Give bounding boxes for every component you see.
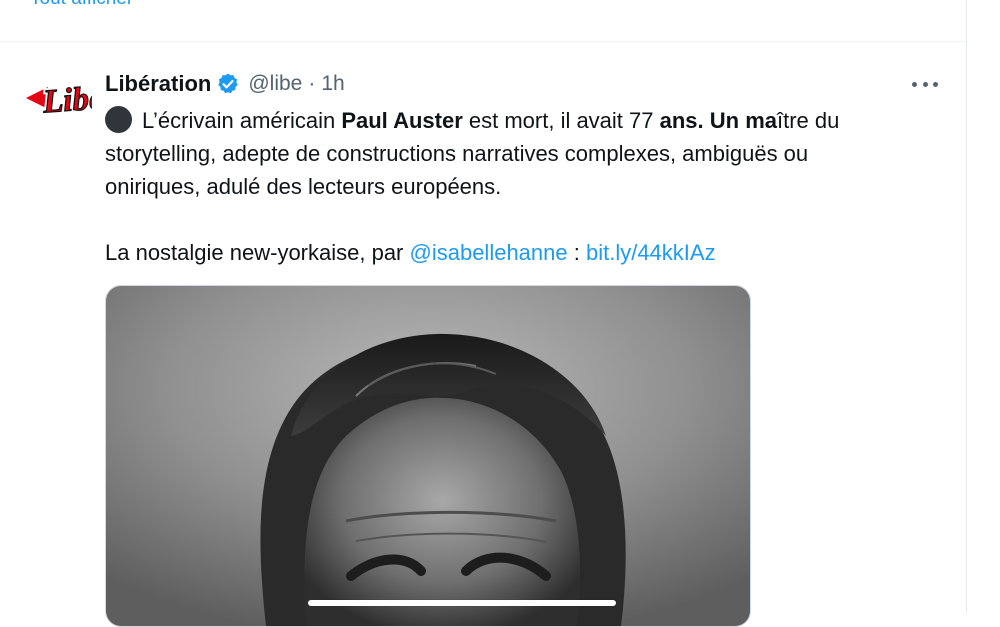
tweet-line-1: L’écrivain américain Paul Auster est mor…: [105, 104, 945, 137]
tweet-text: L’écrivain américain Paul Auster est mor…: [105, 104, 945, 269]
author-name[interactable]: Libération: [105, 71, 211, 97]
more-dot: [933, 81, 938, 87]
tweet-header: Libération @libe · 1h: [105, 70, 345, 98]
portrait-photo: [106, 286, 750, 626]
home-indicator[interactable]: [308, 600, 616, 606]
separator-dot: ·: [308, 72, 316, 95]
tweet-line-5: La nostalgie new-yorkaise, par @isabelle…: [105, 236, 945, 269]
mention-link[interactable]: @isabellehanne: [410, 240, 568, 265]
url-link[interactable]: bit.ly/44kkIAz: [586, 240, 716, 265]
tweet-line-3: oniriques, adulé des lecteurs européens.: [105, 174, 502, 199]
text-segment: L’écrivain américain: [142, 108, 342, 133]
avatar[interactable]: Libé Libé: [26, 72, 109, 126]
text-segment: :: [567, 240, 586, 265]
author-handle[interactable]: @libe: [248, 72, 302, 96]
text-segment: La nostalgie new-yorkaise, par: [105, 240, 410, 265]
divider: [0, 41, 966, 42]
more-options-icon[interactable]: [912, 76, 938, 92]
tweet-photo[interactable]: [105, 285, 751, 627]
more-dot: [912, 81, 917, 87]
more-dot: [922, 81, 928, 87]
timeline-column: Tout afficher Libé Libé Libération @libe…: [0, 0, 967, 627]
verified-badge-icon: [218, 73, 239, 94]
bold-segment: Paul Auster: [341, 108, 463, 133]
tweet-line-2: storytelling, adepte de constructions na…: [105, 141, 809, 166]
bold-segment: ans. Un ma: [659, 108, 777, 133]
logo-text: Libé: [41, 80, 92, 120]
text-segment: ître du: [777, 108, 840, 133]
black-circle-emoji-icon: [105, 106, 132, 133]
show-more-link[interactable]: Tout afficher: [30, 0, 133, 10]
liberation-logo-icon: Libé Libé: [26, 78, 109, 123]
text-segment: est mort, il avait 77: [462, 108, 660, 133]
timestamp[interactable]: 1h: [321, 72, 344, 96]
